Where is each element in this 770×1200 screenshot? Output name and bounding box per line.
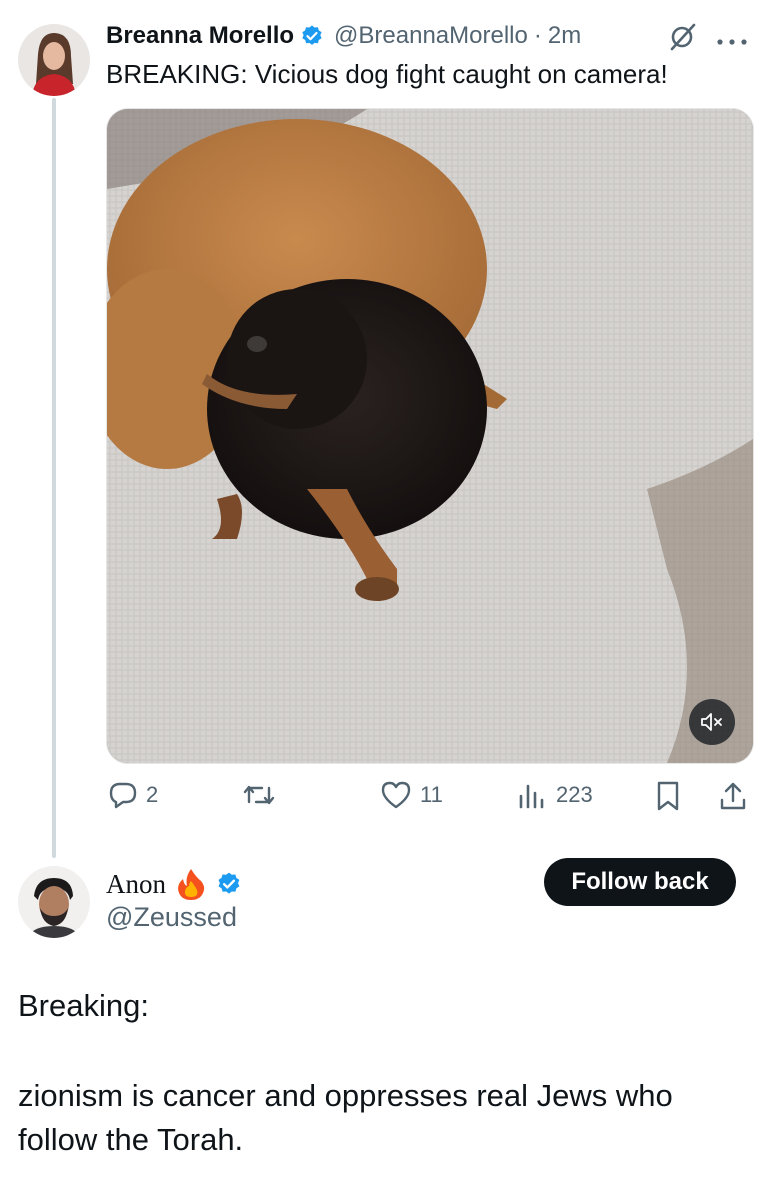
follow-back-button[interactable]: Follow back <box>544 858 736 906</box>
reply-text-line1: Breaking: <box>18 988 149 1023</box>
reply-count: 2 <box>146 782 159 807</box>
views-count: 223 <box>556 782 593 807</box>
author-avatar[interactable] <box>18 24 90 96</box>
bookmark-action[interactable] <box>654 780 682 812</box>
reply-verified-badge-icon <box>216 871 242 897</box>
like-action[interactable]: 11 <box>380 780 443 810</box>
author-handle[interactable]: @BreannaMorello <box>334 22 528 50</box>
reply-author-name[interactable]: Anon <box>106 869 166 900</box>
retweet-action[interactable] <box>242 780 276 810</box>
tweet-text: BREAKING: Vicious dog fight caught on ca… <box>106 59 668 89</box>
reply-author-handle[interactable]: @Zeussed <box>106 902 237 933</box>
reply-icon <box>108 780 138 810</box>
tweet-header: Breanna Morello @BreannaMorello · 2m <box>106 20 581 52</box>
reply-avatar[interactable] <box>18 866 90 938</box>
more-icon[interactable] <box>716 33 750 51</box>
share-action[interactable] <box>718 780 748 812</box>
verified-badge-icon <box>300 24 324 48</box>
grok-icon[interactable] <box>668 22 698 57</box>
like-count: 11 <box>420 782 443 807</box>
reply-action[interactable]: 2 <box>108 780 158 810</box>
mute-icon <box>700 711 724 733</box>
time-separator: · <box>533 22 542 49</box>
reply-text-body: zionism is cancer and oppresses real Jew… <box>18 1078 673 1157</box>
bookmark-icon <box>654 780 682 812</box>
mute-button[interactable] <box>689 699 735 745</box>
share-icon <box>718 780 748 812</box>
reply-header: Anon <box>106 866 242 902</box>
tweet-video[interactable] <box>106 108 754 764</box>
retweet-icon <box>242 780 276 810</box>
tweet-time[interactable]: 2m <box>548 22 581 50</box>
views-icon <box>516 780 548 810</box>
like-icon <box>380 780 412 810</box>
thread-line <box>52 98 56 858</box>
fire-icon <box>176 867 206 901</box>
views-action[interactable]: 223 <box>516 780 593 810</box>
author-name[interactable]: Breanna Morello <box>106 22 294 50</box>
